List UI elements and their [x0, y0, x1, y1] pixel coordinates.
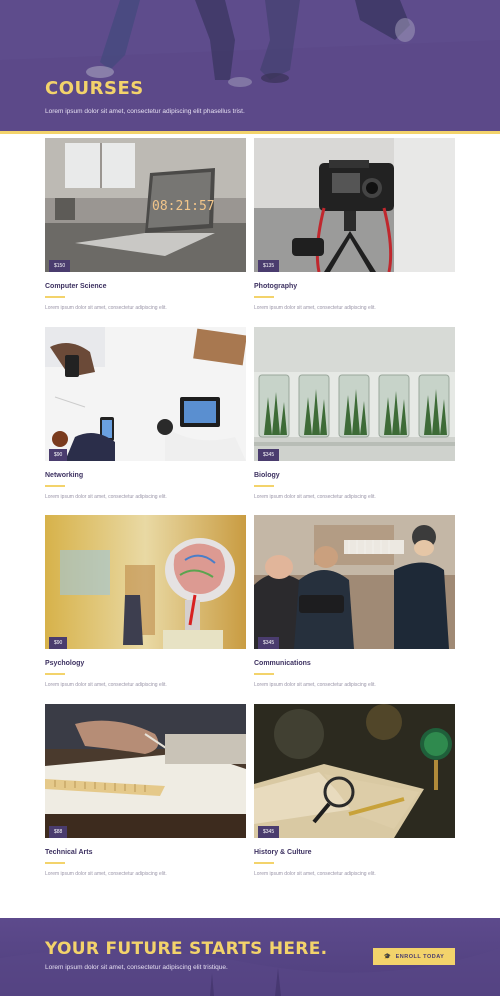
price-badge: $345 [258, 637, 280, 649]
course-title[interactable]: Biology [254, 472, 280, 479]
page-title: COURSES [45, 78, 144, 99]
title-underline [45, 862, 65, 864]
course-card-history-culture[interactable]: $345 History & Culture Lorem ipsum dolor… [254, 704, 455, 877]
course-image-biology[interactable]: $345 [254, 327, 455, 461]
price-badge: $135 [258, 260, 280, 272]
course-description: Lorem ipsum dolor sit amet, consectetur … [254, 305, 376, 311]
course-card-networking[interactable]: $90 Networking Lorem ipsum dolor sit ame… [45, 327, 246, 500]
course-card-photography[interactable]: $135 Photography Lorem ipsum dolor sit a… [254, 138, 455, 311]
course-card-biology[interactable]: $345 Biology Lorem ipsum dolor sit amet,… [254, 327, 455, 500]
course-image-history-culture[interactable]: $345 [254, 704, 455, 838]
price-badge: $90 [49, 637, 68, 649]
course-description: Lorem ipsum dolor sit amet, consectetur … [45, 682, 167, 688]
title-underline [254, 862, 274, 864]
course-card-technical-arts[interactable]: $88 Technical Arts Lorem ipsum dolor sit… [45, 704, 246, 877]
price-badge: $345 [258, 826, 280, 838]
title-underline [254, 296, 274, 298]
course-card-communications[interactable]: $345 Communications Lorem ipsum dolor si… [254, 515, 455, 688]
title-underline [254, 673, 274, 675]
course-image-technical-arts[interactable]: $88 [45, 704, 246, 838]
course-title[interactable]: History & Culture [254, 849, 312, 856]
course-card-psychology[interactable]: $90 Psychology Lorem ipsum dolor sit ame… [45, 515, 246, 688]
graduation-cap-icon: 🎓 [383, 954, 392, 960]
price-badge: $150 [49, 260, 71, 272]
cta-heading: YOUR FUTURE STARTS HERE. [45, 939, 328, 959]
course-title[interactable]: Networking [45, 472, 83, 479]
title-underline [45, 296, 65, 298]
laptop-clock-text: 08:21:57 [152, 199, 215, 214]
enroll-today-button[interactable]: 🎓 ENROLL TODAY [373, 948, 455, 965]
cta-subtitle: Lorem ipsum dolor sit amet, consectetur … [45, 964, 228, 971]
course-title[interactable]: Computer Science [45, 283, 106, 290]
course-title[interactable]: Communications [254, 660, 311, 667]
hero-subtitle: Lorem ipsum dolor sit amet, consectetur … [45, 108, 245, 115]
course-image-communications[interactable]: $345 [254, 515, 455, 649]
enroll-button-label: ENROLL TODAY [395, 953, 445, 960]
course-title[interactable]: Photography [254, 283, 297, 290]
price-badge: $90 [49, 449, 68, 461]
course-image-psychology[interactable]: $90 [45, 515, 246, 649]
course-description: Lorem ipsum dolor sit amet, consectetur … [45, 494, 167, 500]
course-description: Lorem ipsum dolor sit amet, consectetur … [254, 871, 376, 877]
title-underline [45, 485, 65, 487]
course-description: Lorem ipsum dolor sit amet, consectetur … [45, 871, 167, 877]
course-description: Lorem ipsum dolor sit amet, consectetur … [254, 682, 376, 688]
course-title[interactable]: Technical Arts [45, 849, 92, 856]
course-card-computer-science[interactable]: 08:21:57 $150 Computer Science Lorem ips… [45, 138, 246, 311]
course-title[interactable]: Psychology [45, 660, 84, 667]
course-image-networking[interactable]: $90 [45, 327, 246, 461]
course-image-computer-science[interactable]: 08:21:57 $150 [45, 138, 246, 272]
hero-banner: COURSES Lorem ipsum dolor sit amet, cons… [0, 0, 500, 131]
cta-banner: YOUR FUTURE STARTS HERE. Lorem ipsum dol… [0, 918, 500, 996]
course-description: Lorem ipsum dolor sit amet, consectetur … [254, 494, 376, 500]
price-badge: $345 [258, 449, 280, 461]
course-image-photography[interactable]: $135 [254, 138, 455, 272]
price-badge: $88 [49, 826, 68, 838]
title-underline [254, 485, 274, 487]
title-underline [45, 673, 65, 675]
course-description: Lorem ipsum dolor sit amet, consectetur … [45, 305, 167, 311]
hero-divider [0, 131, 500, 134]
